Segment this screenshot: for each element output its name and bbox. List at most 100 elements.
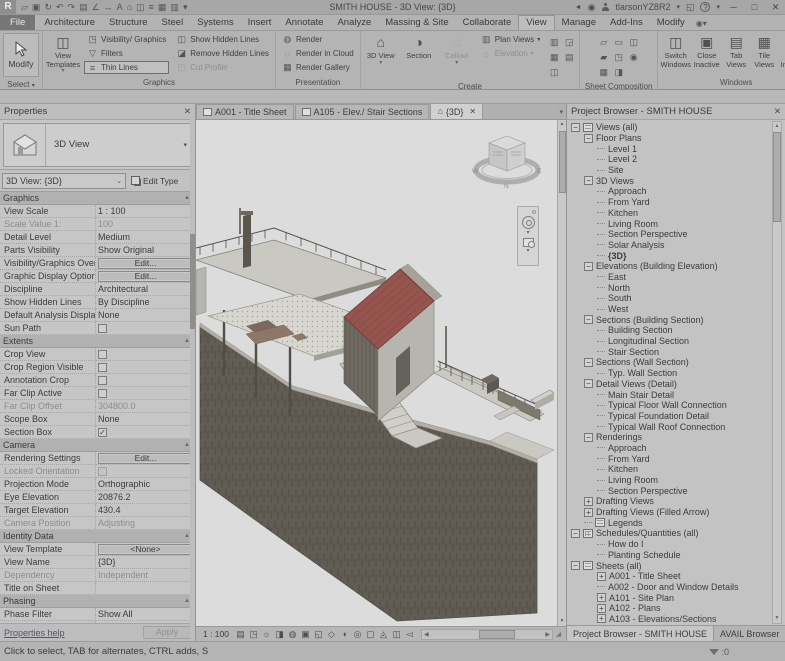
menu-tab-analyze[interactable]: Analyze [330,15,378,30]
property-value[interactable]: 20876.2 [96,491,195,503]
browser-item-planting-schedule[interactable]: Planting Schedule [567,550,785,561]
canvas-vertical-scrollbar[interactable]: ▲ ▼ [557,120,566,626]
menu-tab-file[interactable]: File [0,15,36,30]
compass-east-label[interactable]: E [537,168,542,175]
browser-item-site[interactable]: Site [567,165,785,176]
selection-filter[interactable]: :0 [709,647,729,657]
properties-help-link[interactable]: Properties help [4,628,65,638]
menu-tab-steel[interactable]: Steel [155,15,191,30]
minimize-button[interactable]: ─ [726,2,741,12]
modify-button[interactable]: Modify [3,33,39,77]
browser-item-solar-analysis[interactable]: Solar Analysis [567,240,785,251]
browser-item-section-perspective[interactable]: Section Perspective [567,229,785,240]
browser-item-typ-wall-section[interactable]: Typ. Wall Section [567,368,785,379]
scroll-thumb[interactable] [558,131,566,193]
property-value[interactable] [96,465,195,477]
browser-item-floor-plans[interactable]: − Floor Plans [567,133,785,144]
user-name[interactable]: tlarsonYZ8R2 [615,2,670,12]
3d-view-button[interactable]: ⌂ 3D View ▾ [364,33,398,66]
crop-view-icon[interactable]: ▣ [299,629,312,640]
tab-list-caret-icon[interactable]: ▾ [556,108,566,119]
temporary-view-properties-icon[interactable]: ▢ [364,629,377,640]
open-file-icon[interactable]: ▱ [21,0,28,14]
compass-west-label[interactable]: W [472,168,479,175]
property-value[interactable]: None [96,413,195,425]
browser-item-typical-floor-wall-connection[interactable]: Typical Floor Wall Connection [567,400,785,411]
close-tab-icon[interactable]: ✕ [469,107,476,116]
thin-lines-icon[interactable]: ≡ [149,0,154,14]
properties-section-graphics[interactable]: Graphics ▲ [0,192,195,205]
resize-grip-icon[interactable]: ◢ [554,630,563,638]
property-value[interactable]: Independent [96,569,195,581]
collapse-node-icon[interactable]: − [584,379,593,389]
browser-item-a002-door-and-window-details[interactable]: A002 - Door and Window Details [567,582,785,593]
tile-views-button[interactable]: ▦ Tile Views [751,33,777,69]
thin-lines-button[interactable]: ≡ Thin Lines [84,61,170,74]
switch-windows-icon[interactable]: ▥ [170,0,179,14]
collapse-node-icon[interactable]: − [584,357,593,367]
detail-level-icon[interactable]: ▤ [234,629,247,640]
property-value[interactable]: <None> [96,543,195,555]
property-value[interactable]: Show All [96,608,195,620]
sun-path-icon[interactable]: ☼ [260,629,273,640]
steering-wheel-icon[interactable] [521,216,535,229]
view-cube[interactable]: W N E [471,128,543,192]
show-analytical-model-icon[interactable]: ◬ [377,629,390,640]
browser-item-typical-foundation-detail[interactable]: Typical Foundation Detail [567,411,785,422]
menu-tab-massing-site[interactable]: Massing & Site [378,15,455,30]
3d-model[interactable] [196,120,557,626]
user-interface-button[interactable]: ◧User Interface▾ [779,33,785,74]
shadows-icon[interactable]: ◨ [273,629,286,640]
properties-section-phasing[interactable]: Phasing ▲ [0,595,195,608]
tab-avail-browser[interactable]: AVAIL Browser [714,626,785,641]
show-crop-region-icon[interactable]: ◱ [312,629,325,640]
help-dropdown-caret-icon[interactable]: ▾ [716,3,720,11]
browser-item-3d-views[interactable]: −3D Views [567,175,785,186]
chevron-down-icon[interactable]: ▾ [526,230,529,236]
highlight-displacement-icon[interactable]: ◫ [390,629,403,640]
visual-style-icon[interactable]: ◳ [247,629,260,640]
scroll-up-icon[interactable]: ▲ [560,120,565,129]
edit-type-button[interactable]: Edit Type [129,173,193,189]
browser-item-legends[interactable]: Legends [567,517,785,528]
chevron-down-icon[interactable]: ▾ [526,248,529,254]
workspace-caret-icon[interactable]: ◉▾ [692,19,711,30]
menu-tab-add-ins[interactable]: Add-Ins [603,15,650,30]
property-value[interactable]: Edit... [96,452,195,464]
expand-node-icon[interactable]: + [597,603,606,613]
browser-scrollbar[interactable]: ▲ ▼ [772,121,782,624]
close-icon[interactable]: ✕ [774,106,781,117]
section-button[interactable]: ◑ Section [402,33,436,61]
collapse-node-icon[interactable]: − [584,432,593,442]
property-value[interactable]: 304800.0 [96,400,195,412]
tab-views-button[interactable]: ▤ Tab Views [723,33,749,69]
instance-selector[interactable]: 3D View: {3D} ⌄ [2,172,126,189]
render-button[interactable]: ◍ Render [279,33,357,46]
browser-item-level-1[interactable]: Level 1 [567,143,785,154]
property-value[interactable] [96,387,195,399]
menu-tab-insert[interactable]: Insert [241,15,279,30]
expand-node-icon[interactable]: + [597,614,606,624]
property-value[interactable]: Orthographic [96,478,195,490]
properties-section-extents[interactable]: Extents ▲ [0,335,195,348]
property-checkbox[interactable]: ✓ [98,427,107,437]
scroll-down-icon[interactable]: ▼ [775,614,780,623]
more-tools-icon[interactable]: ◅ [403,629,416,640]
tab-project-browser[interactable]: Project Browser - SMITH HOUSE [567,626,715,641]
render-in-cloud-button[interactable]: ◌ Render in Cloud [279,47,357,60]
property-edit-button[interactable]: Edit... [98,452,193,464]
close-inactive-button[interactable]: ▣ Close Inactive [692,33,721,69]
close-hidden-windows-icon[interactable]: ▦ [158,0,167,14]
expand-node-icon[interactable]: + [597,571,606,581]
property-value[interactable]: Working Drawings [96,621,195,623]
property-checkbox[interactable] [98,388,107,398]
browser-item-a001-title-sheet[interactable]: + A001 - Title Sheet [567,571,785,582]
browser-item-a101-site-plan[interactable]: + A101 - Site Plan [567,592,785,603]
browser-item-main-stair-detail[interactable]: Main Stair Detail [567,389,785,400]
property-checkbox[interactable] [98,375,107,385]
app-store-icon[interactable]: ◱ [686,2,695,13]
remove-hidden-lines-button[interactable]: ◪ Remove Hidden Lines [173,47,272,60]
panel-label-windows[interactable]: Windows [658,77,785,89]
menu-tab-systems[interactable]: Systems [190,15,240,30]
unlocked-view-icon[interactable]: ◇ [325,629,338,640]
